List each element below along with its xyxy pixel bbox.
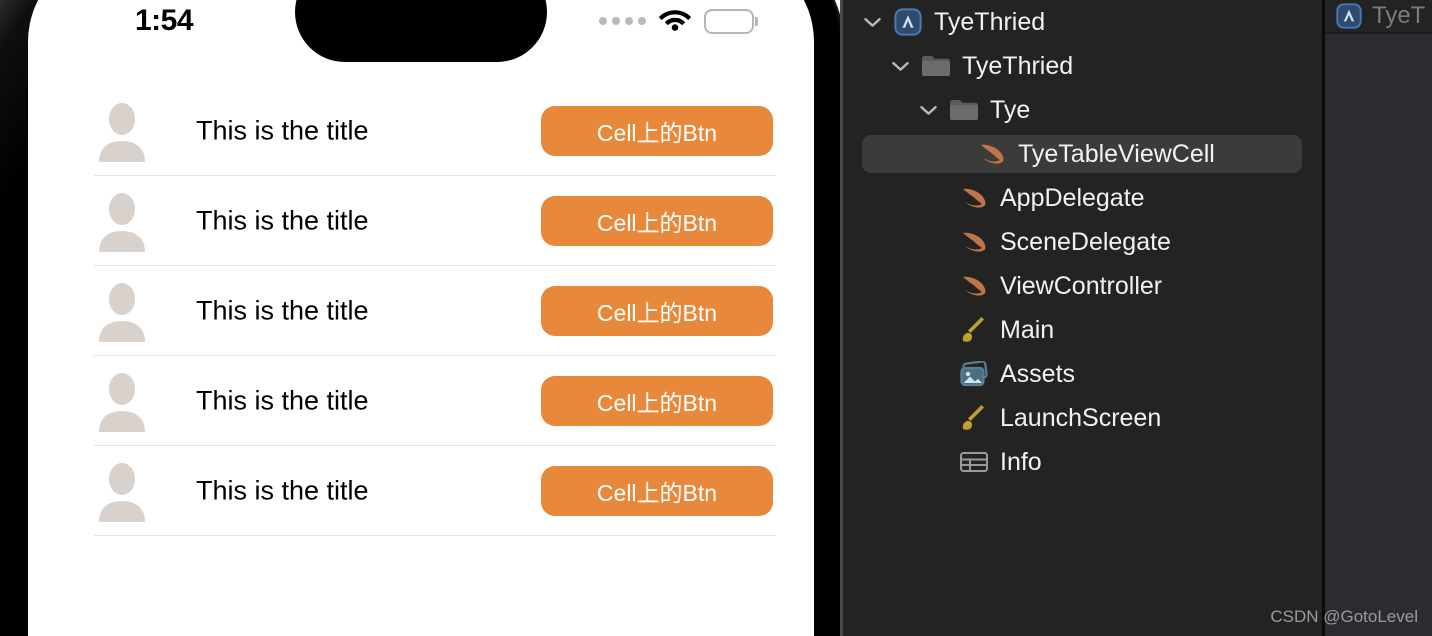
iphone-simulator: 1:54 This is the title Cell上的Btn This is… [0,0,843,636]
cell-action-button[interactable]: Cell上的Btn [541,106,773,156]
navigator-item-label: ViewController [1000,271,1163,300]
dynamic-island [295,0,547,62]
phone-screen: 1:54 This is the title Cell上的Btn This is… [28,0,814,636]
navigator-item-label: TyeThried [934,7,1046,36]
swift-file-icon [959,273,989,299]
person-placeholder-icon [96,280,148,342]
swift-file-icon [959,185,989,211]
navigator-item-label: Main [1000,315,1055,344]
watermark: CSDN @GotoLevel [1270,607,1418,626]
navigator-item-scenedelegate[interactable]: SceneDelegate [843,220,1322,264]
xcode-window: TyeThried TyeThried Tye TyeTableViewCell… [843,0,1432,636]
table-row[interactable]: This is the title Cell上的Btn [28,176,814,266]
navigator-item-tyetableviewcell[interactable]: TyeTableViewCell [843,132,1322,176]
chevron-down-icon[interactable] [862,17,882,28]
person-placeholder-icon [96,100,148,162]
cell-title: This is the title [196,475,369,506]
status-bar-time: 1:54 [135,4,194,37]
navigator-item-label: Assets [1000,359,1076,388]
person-placeholder-icon [96,370,148,432]
swift-file-icon [959,229,989,255]
cell-title: This is the title [196,295,369,326]
navigator-item-group[interactable]: Tye [843,88,1322,132]
navigator-item-appdelegate[interactable]: AppDelegate [843,176,1322,220]
navigator-item-group[interactable]: TyeThried [843,44,1322,88]
cell-title: This is the title [196,115,369,146]
navigator-item-label: SceneDelegate [1000,227,1171,256]
cell-action-button[interactable]: Cell上的Btn [541,376,773,426]
editor-tab-bar[interactable]: TyeT [1325,0,1432,32]
navigator-item-main[interactable]: Main [843,308,1322,352]
folder-icon [949,98,979,122]
navigator-item-info[interactable]: Info [843,440,1322,484]
table-view[interactable]: This is the title Cell上的Btn This is the … [28,86,814,636]
navigator-item-label: LaunchScreen [1000,403,1162,432]
cell-action-button[interactable]: Cell上的Btn [541,466,773,516]
storyboard-icon [959,316,989,344]
plist-icon [959,450,989,474]
navigator-item-assets[interactable]: Assets [843,352,1322,396]
folder-icon [921,54,951,78]
xcode-project-icon [893,8,923,36]
storyboard-icon [959,404,989,432]
cell-title: This is the title [196,205,369,236]
navigator-item-project[interactable]: TyeThried [843,0,1322,44]
cell-action-button[interactable]: Cell上的Btn [541,196,773,246]
navigator-item-label: AppDelegate [1000,183,1145,212]
navigator-item-launchscreen[interactable]: LaunchScreen [843,396,1322,440]
swift-file-icon [977,141,1007,167]
assets-catalog-icon [959,361,989,387]
wifi-icon [658,6,692,36]
navigator-item-label: Info [1000,447,1042,476]
editor-tab-label: TyeT [1372,2,1426,29]
navigator-item-label: TyeThried [962,51,1074,80]
table-row[interactable]: This is the title Cell上的Btn [28,266,814,356]
tab-bar-underline [1325,32,1432,34]
navigator-item-viewcontroller[interactable]: ViewController [843,264,1322,308]
battery-full-icon [703,8,758,34]
status-bar-indicators [598,6,758,36]
cell-action-button[interactable]: Cell上的Btn [541,286,773,336]
editor-pane: TyeT CSDN @GotoLevel [1270,0,1432,636]
project-navigator[interactable]: TyeThried TyeThried Tye TyeTableViewCell… [843,0,1322,636]
cellular-dots-icon [598,17,646,25]
navigator-item-label: Tye [990,95,1031,124]
chevron-down-icon[interactable] [918,105,938,116]
person-placeholder-icon [96,460,148,522]
cell-title: This is the title [196,385,369,416]
chevron-down-icon[interactable] [890,61,910,72]
table-row[interactable]: This is the title Cell上的Btn [28,446,814,536]
row-separator [94,535,776,536]
person-placeholder-icon [96,190,148,252]
table-row[interactable]: This is the title Cell上的Btn [28,86,814,176]
xcode-project-icon [1334,3,1364,29]
navigator-item-label: TyeTableViewCell [1018,139,1215,168]
status-bar: 1:54 [28,0,814,62]
table-row[interactable]: This is the title Cell上的Btn [28,356,814,446]
